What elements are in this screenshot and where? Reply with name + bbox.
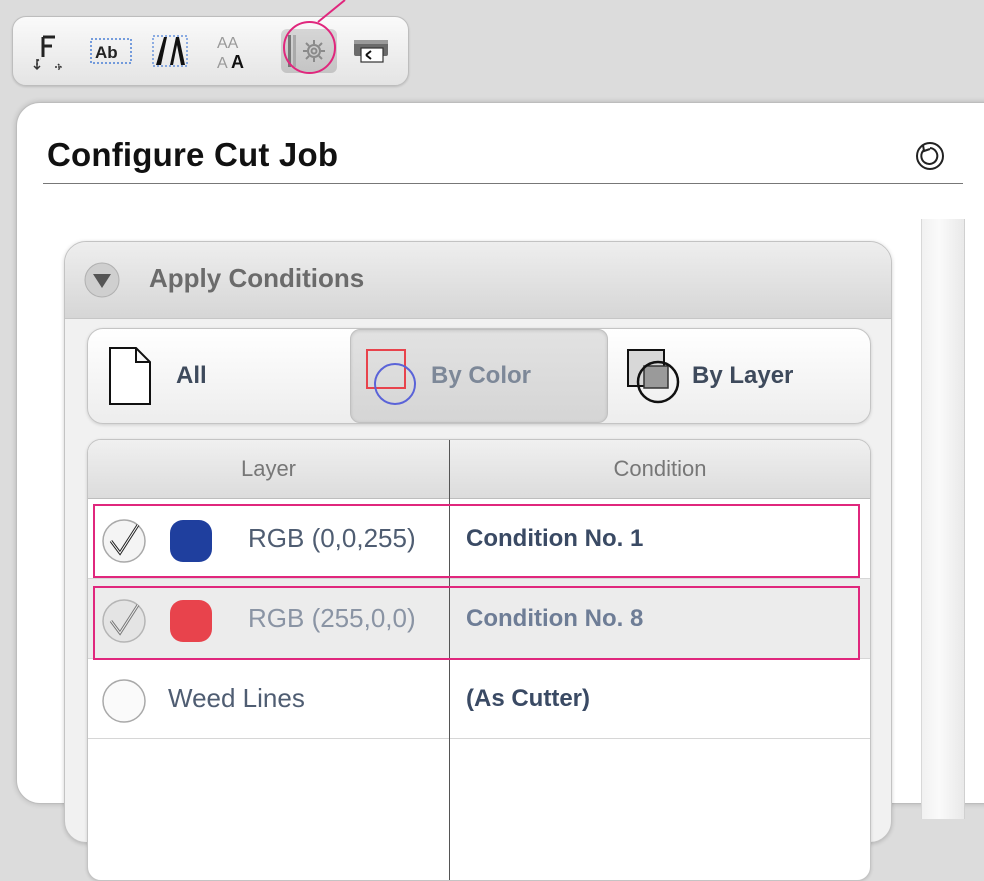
toolbar: Ab AA A A bbox=[12, 16, 409, 86]
layer-name: RGB (255,0,0) bbox=[248, 603, 416, 633]
font-size-button[interactable]: AA A A bbox=[209, 29, 259, 73]
mode-by-layer-label: By Layer bbox=[692, 362, 794, 389]
character-spacing-icon bbox=[152, 35, 188, 67]
condition-value[interactable]: (As Cutter) bbox=[466, 659, 590, 738]
layer-shapes-icon bbox=[627, 349, 680, 404]
panel-title: Configure Cut Job bbox=[47, 136, 339, 173]
svg-text:AA: AA bbox=[217, 35, 239, 52]
column-divider bbox=[449, 440, 450, 880]
disclosure-triangle-icon[interactable] bbox=[82, 260, 122, 300]
text-on-path-button[interactable] bbox=[31, 29, 71, 73]
color-swatch bbox=[170, 600, 212, 642]
svg-text:A: A bbox=[217, 55, 228, 71]
condition-value[interactable]: Condition No. 8 bbox=[466, 579, 643, 658]
color-shapes-icon bbox=[366, 349, 416, 405]
apply-conditions-group: Apply Conditions All By Color By Layer L… bbox=[64, 241, 892, 881]
table-row[interactable]: RGB (255,0,0) Condition No. 8 bbox=[88, 579, 870, 659]
layer-name: RGB (0,0,255) bbox=[248, 523, 416, 553]
checkbox-unchecked-icon[interactable] bbox=[100, 677, 148, 725]
configure-cut-job-panel: Configure Cut Job Apply Conditions All B… bbox=[16, 102, 984, 881]
table-row[interactable]: RGB (0,0,255) Condition No. 1 bbox=[88, 499, 870, 579]
document-icon bbox=[109, 347, 151, 405]
text-box-button[interactable]: Ab bbox=[87, 29, 135, 73]
apply-mode-segmented-control: All By Color By Layer bbox=[87, 328, 871, 424]
mode-all-label: All bbox=[176, 362, 207, 389]
apply-conditions-title: Apply Conditions bbox=[149, 263, 365, 293]
character-spacing-button[interactable] bbox=[149, 29, 191, 73]
column-header-condition[interactable]: Condition bbox=[450, 440, 870, 498]
conditions-table: Layer Condition RGB (0,0,255) Condition … bbox=[87, 439, 871, 881]
mode-by-color-label: By Color bbox=[431, 362, 532, 389]
table-row[interactable]: Weed Lines (As Cutter) bbox=[88, 659, 870, 739]
color-swatch bbox=[170, 520, 212, 562]
svg-text:Ab: Ab bbox=[95, 43, 118, 62]
reset-icon[interactable] bbox=[913, 139, 947, 173]
mode-by-layer-button[interactable]: By Layer bbox=[622, 329, 862, 423]
layer-name: Weed Lines bbox=[168, 683, 305, 713]
mode-all-button[interactable]: All bbox=[104, 329, 344, 423]
condition-value[interactable]: Condition No. 1 bbox=[466, 499, 643, 578]
checkbox-checked-icon[interactable] bbox=[100, 597, 148, 645]
checkbox-checked-icon[interactable] bbox=[100, 517, 148, 565]
apply-conditions-header[interactable]: Apply Conditions bbox=[65, 242, 891, 319]
text-box-icon: Ab bbox=[90, 38, 132, 64]
text-on-path-icon bbox=[33, 35, 63, 71]
cut-settings-highlight bbox=[283, 21, 336, 74]
send-to-cutter-icon bbox=[354, 40, 388, 63]
title-divider bbox=[43, 183, 963, 184]
column-header-layer[interactable]: Layer bbox=[88, 440, 449, 498]
scrollbar[interactable] bbox=[921, 219, 965, 819]
svg-text:A: A bbox=[231, 52, 244, 71]
font-size-icon: AA A A bbox=[217, 35, 244, 71]
mode-by-color-button[interactable]: By Color bbox=[350, 329, 608, 423]
table-header: Layer Condition bbox=[88, 440, 870, 499]
send-to-cutter-button[interactable] bbox=[349, 29, 393, 73]
